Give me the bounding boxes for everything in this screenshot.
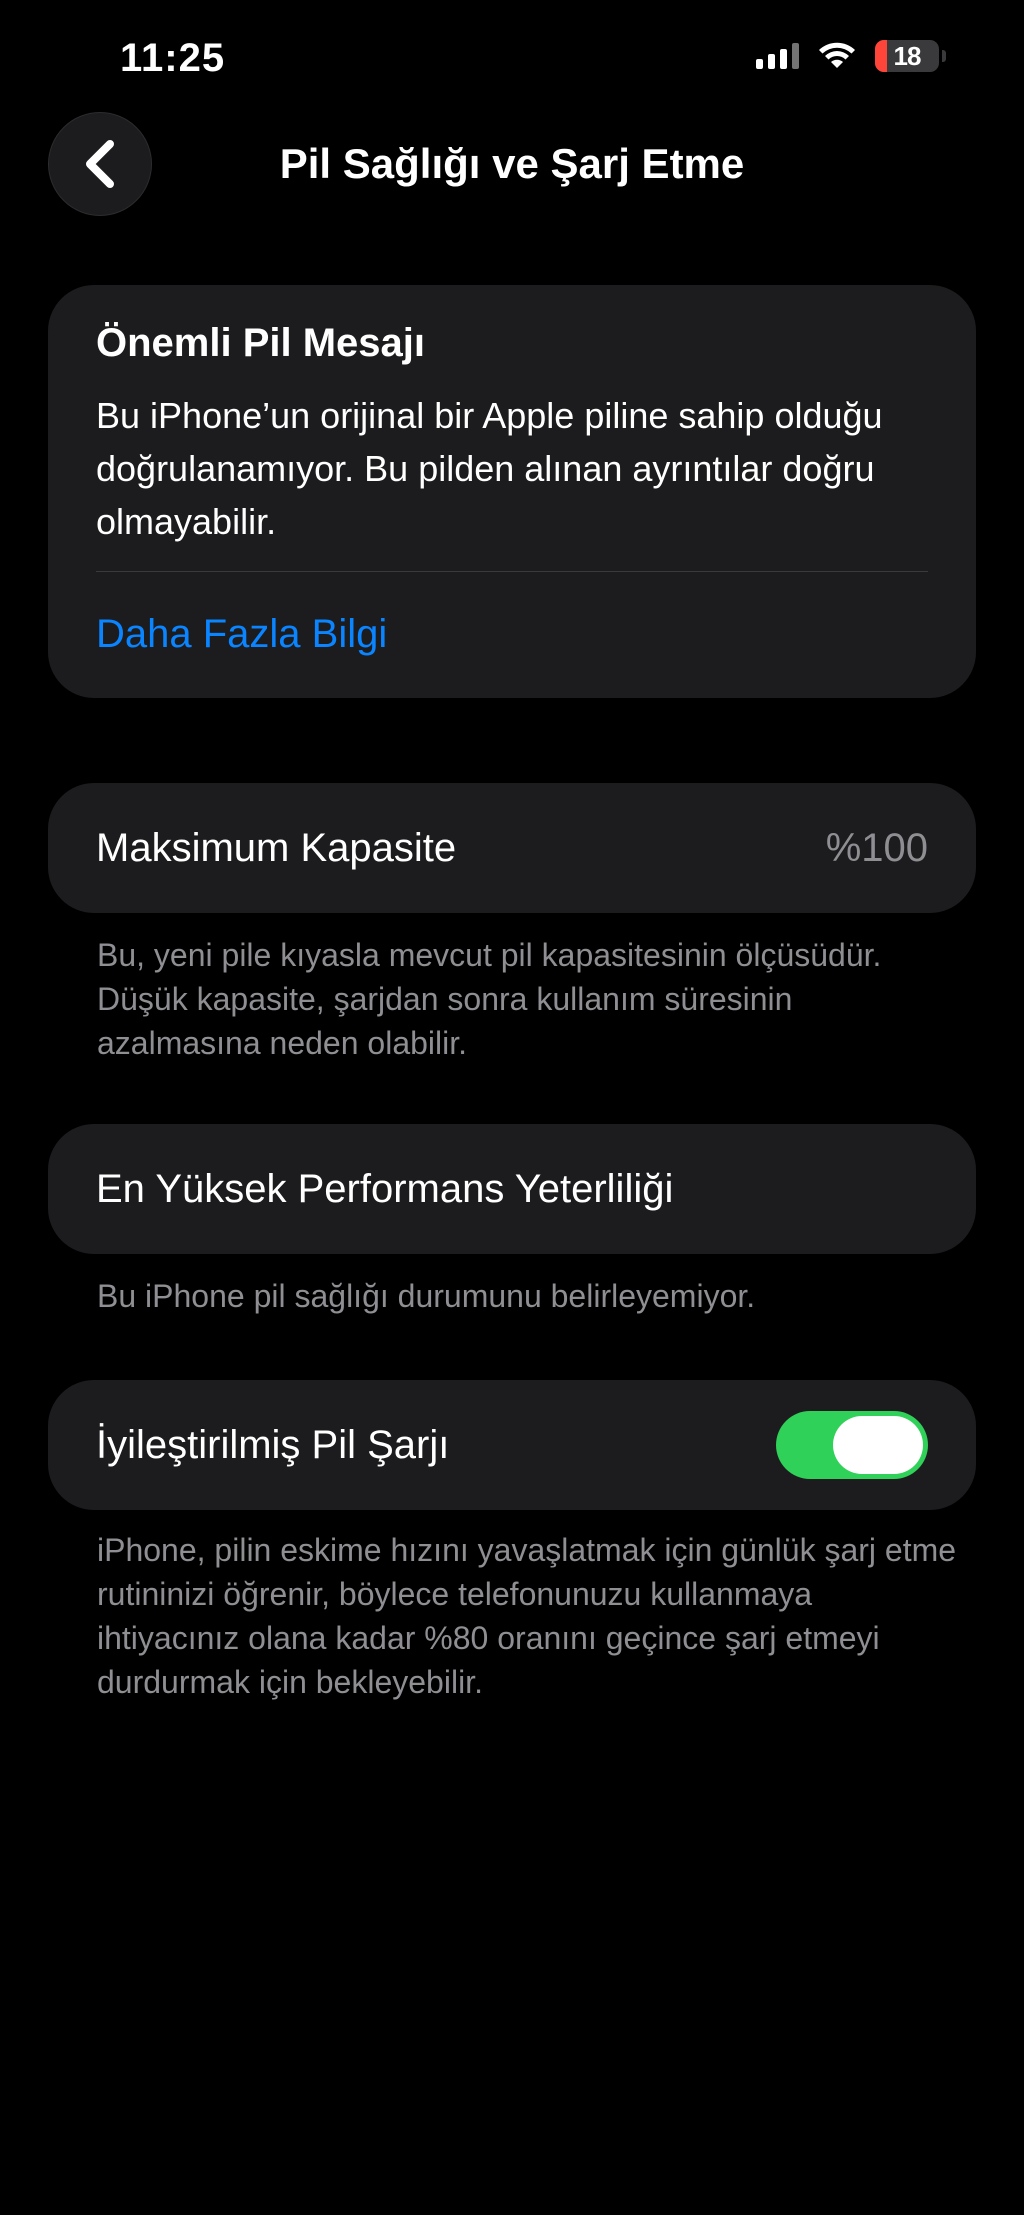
- status-icons: 18: [756, 40, 946, 72]
- capacity-footnote: Bu, yeni pile kıyasla mevcut pil kapasit…: [97, 937, 882, 1061]
- status-time: 11:25: [120, 36, 226, 80]
- battery-cap: [942, 50, 946, 62]
- optimized-charging-footnote: iPhone, pilin eskime hızını yavaşlatmak …: [97, 1532, 957, 1700]
- peak-performance-row: En Yüksek Performans Yeterliliği: [48, 1124, 976, 1254]
- wifi-icon: [817, 41, 857, 71]
- optimized-charging-row: İyileştirilmiş Pil Şarjı: [48, 1380, 976, 1510]
- battery-message-card: Önemli Pil Mesajı Bu iPhone’un orijinal …: [48, 285, 976, 698]
- message-body: Bu iPhone’un orijinal bir Apple piline s…: [96, 395, 883, 542]
- page-title: Pil Sağlığı ve Şarj Etme: [279, 140, 745, 187]
- maximum-capacity-row: Maksimum Kapasite %100: [48, 783, 976, 913]
- capacity-label: Maksimum Kapasite: [96, 825, 457, 870]
- battery-level: 18: [893, 40, 922, 71]
- message-title: Önemli Pil Mesajı: [96, 321, 426, 365]
- divider: [96, 571, 928, 572]
- battery-fill: [875, 40, 887, 72]
- cellular-signal-icon: [756, 43, 799, 69]
- capacity-value: %100: [825, 825, 928, 870]
- battery-icon: 18: [875, 40, 939, 72]
- learn-more-link[interactable]: Daha Fazla Bilgi: [96, 612, 928, 657]
- status-bar: 11:25 18: [0, 0, 1024, 120]
- toggle-knob: [833, 1416, 923, 1474]
- optimized-charging-label: İyileştirilmiş Pil Şarjı: [96, 1422, 450, 1467]
- performance-label: En Yüksek Performans Yeterliliği: [96, 1166, 674, 1211]
- performance-footnote: Bu iPhone pil sağlığı durumunu belirleye…: [97, 1278, 756, 1314]
- optimized-charging-toggle[interactable]: [776, 1411, 928, 1479]
